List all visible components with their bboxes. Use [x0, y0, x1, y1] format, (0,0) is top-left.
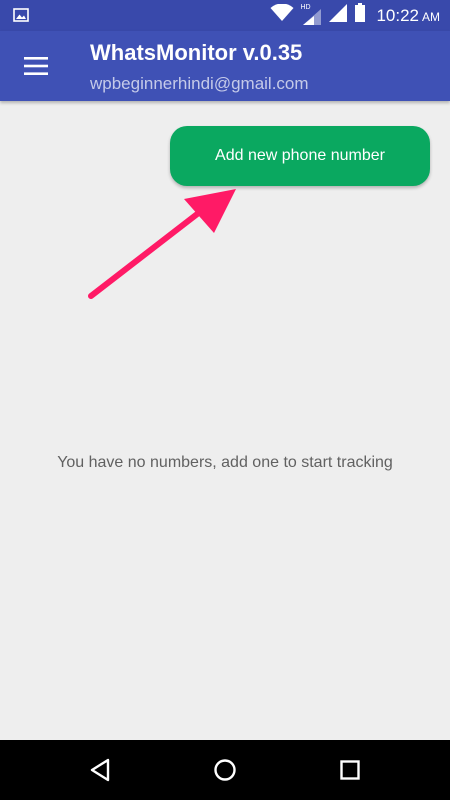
back-icon[interactable]: [84, 754, 116, 786]
system-nav-bar: [0, 740, 450, 800]
recents-icon[interactable]: [334, 754, 366, 786]
empty-state-message: You have no numbers, add one to start tr…: [57, 454, 393, 471]
home-icon[interactable]: [209, 754, 241, 786]
annotation-arrow-icon: [88, 189, 236, 299]
